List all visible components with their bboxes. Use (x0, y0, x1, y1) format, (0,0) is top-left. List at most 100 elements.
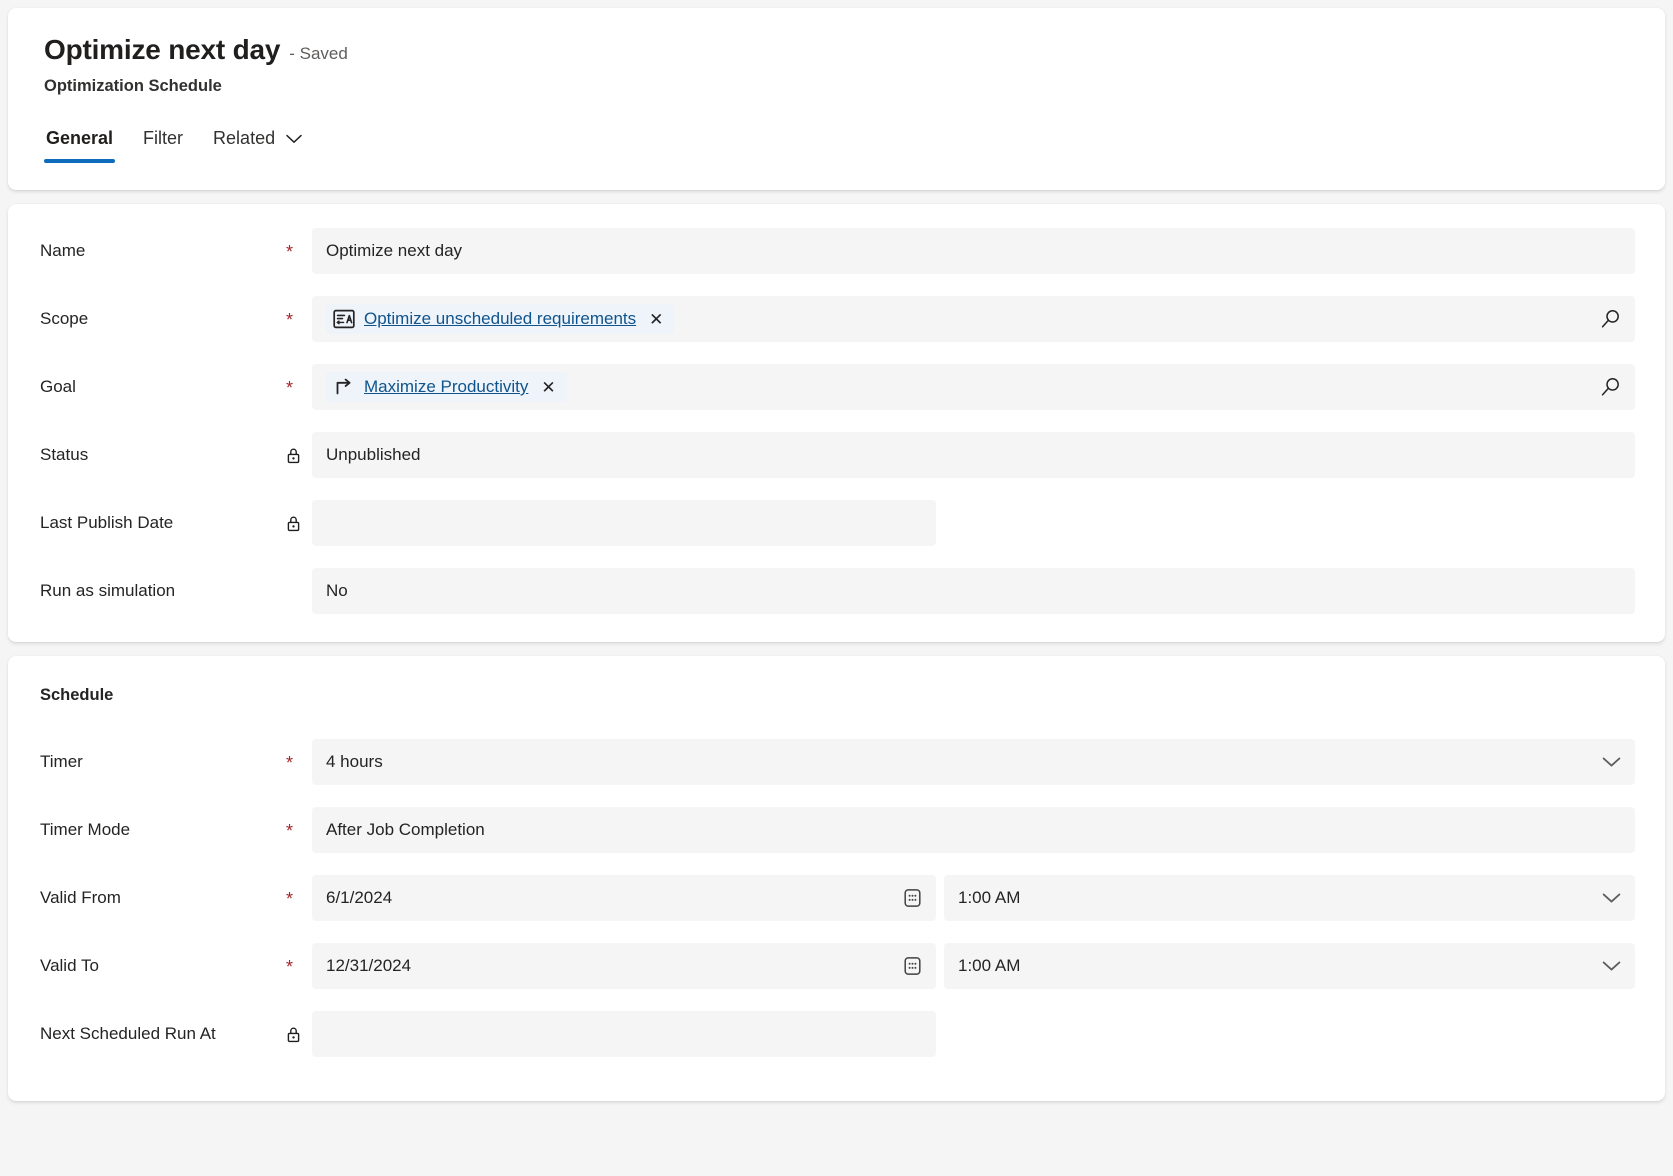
schedule-section-card: Schedule Timer * 4 hours (8, 656, 1665, 1101)
control-timer: 4 hours (312, 739, 1635, 785)
entity-name: Optimization Schedule (44, 77, 1629, 96)
search-icon (1600, 309, 1621, 330)
valid-to-time-value: 1:00 AM (958, 956, 1020, 976)
field-row-next-scheduled-run-at: Next Scheduled Run At (38, 1011, 1635, 1057)
field-row-valid-from: Valid From * 6/1/2024 (38, 875, 1635, 921)
valid-from-time-dropdown-button[interactable] (1602, 892, 1621, 904)
run-as-simulation-field[interactable]: No (312, 568, 1635, 614)
valid-from-time-select[interactable]: 1:00 AM (944, 875, 1635, 921)
timer-mode-value: After Job Completion (326, 820, 485, 840)
search-icon (1600, 377, 1621, 398)
lock-marker-next-scheduled-run-at (280, 1026, 312, 1043)
record-header-card: Optimize next day - Saved Optimization S… (8, 8, 1665, 190)
last-publish-date-field (312, 500, 936, 546)
scope-lookup-search-button[interactable] (1600, 309, 1621, 330)
lock-icon (286, 1026, 301, 1043)
label-scope-text: Scope (40, 309, 88, 329)
run-as-simulation-value: No (326, 581, 348, 601)
valid-to-date-value: 12/31/2024 (326, 956, 411, 976)
control-timer-mode: After Job Completion (312, 807, 1635, 853)
tab-related[interactable]: Related (211, 124, 304, 163)
required-marker-timer: * (280, 753, 312, 771)
label-last-publish-date-text: Last Publish Date (40, 513, 173, 533)
field-row-scope: Scope * Optimize unscheduled re (38, 296, 1635, 342)
field-row-run-as-simulation: Run as simulation No (38, 568, 1635, 614)
valid-from-date-value: 6/1/2024 (326, 888, 392, 908)
goal-lookup-chip[interactable]: Maximize Productivity ✕ (326, 372, 567, 402)
chevron-down-icon (1602, 756, 1621, 768)
label-goal-text: Goal (40, 377, 76, 397)
page-title: Optimize next day (44, 34, 280, 66)
label-timer-mode: Timer Mode (38, 820, 280, 840)
timer-dropdown-button[interactable] (1602, 756, 1621, 768)
scope-lookup-field[interactable]: Optimize unscheduled requirements ✕ (312, 296, 1635, 342)
tab-filter[interactable]: Filter (141, 124, 185, 163)
form-page: Optimize next day - Saved Optimization S… (0, 0, 1673, 1176)
lock-icon (286, 447, 301, 464)
field-row-last-publish-date: Last Publish Date (38, 500, 1635, 546)
label-name: Name (38, 241, 280, 261)
label-run-as-simulation: Run as simulation (38, 581, 280, 601)
label-valid-from: Valid From (38, 888, 280, 908)
goal-arrow-icon (333, 377, 355, 397)
scope-chip-remove-icon[interactable]: ✕ (645, 311, 665, 328)
valid-from-calendar-button[interactable] (903, 888, 922, 909)
field-row-valid-to: Valid To * 12/31/2024 (38, 943, 1635, 989)
label-valid-to: Valid To (38, 956, 280, 976)
entity-record-icon (333, 309, 355, 329)
tab-general[interactable]: General (44, 124, 115, 163)
label-status: Status (38, 445, 280, 465)
status-field: Unpublished (312, 432, 1635, 478)
timer-value: 4 hours (326, 752, 383, 772)
name-input[interactable]: Optimize next day (312, 228, 1635, 274)
valid-to-calendar-button[interactable] (903, 956, 922, 977)
required-marker-scope: * (280, 310, 312, 328)
goal-chip-link[interactable]: Maximize Productivity (364, 377, 528, 397)
form-tabs: General Filter Related (44, 124, 1629, 163)
required-marker-valid-to: * (280, 957, 312, 975)
label-timer-mode-text: Timer Mode (40, 820, 130, 840)
valid-from-date-input[interactable]: 6/1/2024 (312, 875, 936, 921)
tab-general-label: General (46, 128, 113, 148)
field-row-name: Name * Optimize next day (38, 228, 1635, 274)
calendar-icon (903, 956, 922, 977)
valid-to-date-input[interactable]: 12/31/2024 (312, 943, 936, 989)
timer-select[interactable]: 4 hours (312, 739, 1635, 785)
label-valid-to-text: Valid To (40, 956, 99, 976)
label-run-as-simulation-text: Run as simulation (40, 581, 175, 601)
field-row-timer: Timer * 4 hours (38, 739, 1635, 785)
valid-from-time-value: 1:00 AM (958, 888, 1020, 908)
required-asterisk: * (286, 243, 293, 261)
field-row-timer-mode: Timer Mode * After Job Completion (38, 807, 1635, 853)
required-asterisk: * (286, 754, 293, 772)
label-status-text: Status (40, 445, 88, 465)
label-goal: Goal (38, 377, 280, 397)
name-input-value: Optimize next day (326, 241, 462, 261)
control-name: Optimize next day (312, 228, 1635, 274)
goal-lookup-search-button[interactable] (1600, 377, 1621, 398)
timer-mode-field[interactable]: After Job Completion (312, 807, 1635, 853)
label-timer: Timer (38, 752, 280, 772)
general-section-card: Name * Optimize next day Scope * (8, 204, 1665, 642)
required-marker-timer-mode: * (280, 821, 312, 839)
lock-icon (286, 515, 301, 532)
chevron-down-icon (1602, 892, 1621, 904)
scope-lookup-chip[interactable]: Optimize unscheduled requirements ✕ (326, 304, 674, 334)
required-asterisk: * (286, 890, 293, 908)
control-next-scheduled-run-at (312, 1011, 1635, 1057)
label-scope: Scope (38, 309, 280, 329)
valid-to-time-dropdown-button[interactable] (1602, 960, 1621, 972)
status-value: Unpublished (326, 445, 421, 465)
goal-lookup-field[interactable]: Maximize Productivity ✕ (312, 364, 1635, 410)
save-state-text: - Saved (289, 44, 348, 64)
goal-chip-remove-icon[interactable]: ✕ (537, 379, 557, 396)
label-timer-text: Timer (40, 752, 83, 772)
control-run-as-simulation: No (312, 568, 1635, 614)
valid-to-time-select[interactable]: 1:00 AM (944, 943, 1635, 989)
scope-chip-link[interactable]: Optimize unscheduled requirements (364, 309, 636, 329)
control-valid-to: 12/31/2024 1:00 AM (312, 943, 1635, 989)
required-marker-name: * (280, 242, 312, 260)
label-last-publish-date: Last Publish Date (38, 513, 280, 533)
control-last-publish-date (312, 500, 1635, 546)
field-row-goal: Goal * Maximize Productivity ✕ (38, 364, 1635, 410)
